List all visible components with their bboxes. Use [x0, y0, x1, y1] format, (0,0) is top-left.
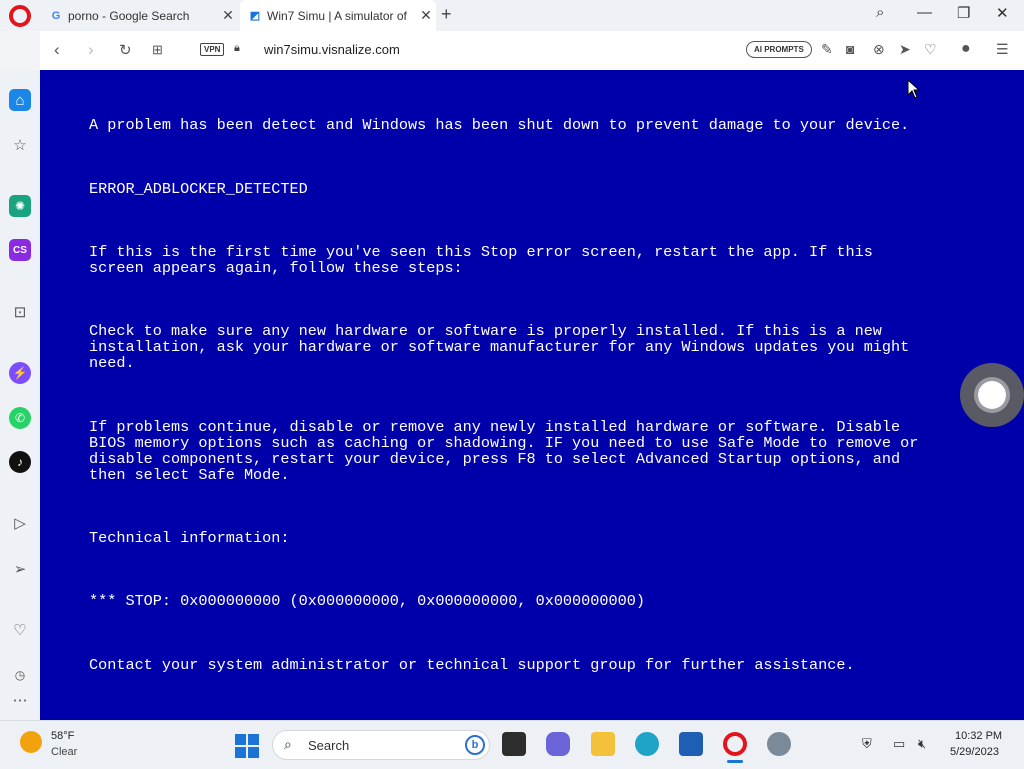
player-icon[interactable]: ▷ [9, 512, 31, 534]
win7simu-favicon-icon: ◩ [249, 10, 261, 22]
mouse-cursor-icon [907, 79, 921, 99]
tiktok-icon[interactable]: ♪ [9, 451, 31, 473]
opera-taskbar-icon[interactable] [723, 732, 747, 756]
active-app-indicator [727, 760, 743, 763]
browser-titlebar: G porno - Google Search ✕ ◩ Win7 Simu | … [0, 0, 1024, 31]
weather-condition[interactable]: Clear [51, 746, 77, 758]
microsoft-store-icon[interactable] [679, 732, 703, 756]
lock-icon[interactable]: 🔒︎ [234, 42, 240, 55]
reload-icon[interactable]: ↻ [119, 41, 132, 59]
bsod-check-hardware-paragraph: Check to make sure any new hardware or s… [89, 322, 910, 372]
display-icon[interactable]: ▭ [893, 736, 905, 752]
volume-muted-icon[interactable]: 🔇︎ [918, 736, 926, 752]
send-icon[interactable]: ➤ [899, 41, 911, 58]
bsod-technical-header: Technical information: [89, 529, 290, 547]
history-icon[interactable]: ◷ [9, 664, 31, 686]
search-label: Search [308, 738, 350, 753]
new-tab-icon[interactable]: + [441, 4, 452, 25]
security-shield-icon[interactable]: ⛨ [862, 736, 872, 752]
bsod-first-time-paragraph: If this is the first time you've seen th… [89, 243, 873, 277]
heart-icon[interactable]: ♡ [924, 41, 937, 58]
search-tabs-icon[interactable]: ⌕ [876, 4, 884, 21]
chatgpt-icon[interactable]: ✺ [9, 195, 31, 217]
bsod-stop-code: *** STOP: 0x000000000 (0x000000000, 0x00… [89, 592, 645, 610]
address-bar: ‹ › ↻ ⊞ VPN 🔒︎ win7simu.visnalize.com AI… [40, 31, 1024, 71]
url-field[interactable]: win7simu.visnalize.com [264, 42, 400, 57]
ai-prompts-button[interactable]: AI PROMPTS [746, 41, 812, 58]
clock-date[interactable]: 5/29/2023 [950, 746, 999, 758]
edge-icon[interactable] [635, 732, 659, 756]
more-icon[interactable]: ⋯ [9, 689, 31, 711]
close-window-icon[interactable]: ✕ [996, 4, 1009, 22]
minimize-icon[interactable]: — [917, 4, 932, 21]
floating-assist-button[interactable] [960, 363, 1024, 427]
bsod-error-code: ERROR_ADBLOCKER_DETECTED [89, 180, 308, 198]
bsod-contact-line: Contact your system administrator or tec… [89, 656, 855, 674]
opera-menu-icon[interactable] [9, 5, 31, 27]
forward-icon[interactable]: › [88, 40, 94, 60]
profile-icon[interactable]: ● [961, 40, 971, 58]
tab-win7simu[interactable]: ◩ Win7 Simu | A simulator of ✕ [240, 0, 436, 31]
messenger-icon[interactable]: ⚡ [9, 362, 31, 384]
tab-grid-icon[interactable]: ⊞ [152, 42, 163, 58]
google-favicon-icon: G [51, 9, 61, 22]
weather-temperature[interactable]: 58°F [51, 730, 74, 742]
adblock-icon[interactable]: ⊗ [873, 41, 885, 58]
chatsonic-icon[interactable]: CS [9, 239, 31, 261]
teams-chat-icon[interactable] [546, 732, 570, 756]
taskbar-search-box[interactable]: ⌕ Search b [272, 730, 490, 760]
home-icon[interactable]: ⌂ [9, 89, 31, 111]
weather-moon-icon[interactable] [20, 731, 42, 753]
settings-gear-icon[interactable] [767, 732, 791, 756]
whatsapp-icon[interactable]: ✆ [9, 407, 31, 429]
tab-title: Win7 Simu | A simulator of [267, 8, 407, 23]
flow-send-icon[interactable]: ➢ [9, 558, 31, 580]
sidebar: ⌂ ☆ ✺ CS ⊡ ⚡ ✆ ♪ ▷ ➢ ♡ ◷ ⋯ [0, 70, 40, 720]
task-view-icon[interactable] [502, 732, 526, 756]
pinboard-heart-icon[interactable]: ♡ [9, 619, 31, 641]
tab-google-search[interactable]: G porno - Google Search ✕ [41, 0, 238, 31]
bookmarks-icon[interactable]: ☆ [9, 134, 31, 156]
file-explorer-icon[interactable] [591, 732, 615, 756]
restore-icon[interactable]: ❐ [957, 4, 970, 22]
edit-icon[interactable]: ✎ [821, 41, 833, 58]
start-button-icon[interactable] [235, 734, 259, 758]
bsod-problem-line: A problem has been detect and Windows ha… [89, 116, 910, 134]
clock-time[interactable]: 10:32 PM [955, 730, 1002, 742]
bsod-problems-continue-paragraph: If problems continue, disable or remove … [89, 418, 919, 484]
vpn-badge[interactable]: VPN [200, 43, 225, 56]
easy-setup-icon[interactable]: ☰ [996, 41, 1009, 58]
close-tab-icon[interactable]: ✕ [218, 7, 238, 24]
camera-icon[interactable]: ◙ [846, 41, 854, 57]
search-icon: ⌕ [284, 736, 292, 752]
shopping-bag-icon[interactable]: ⊡ [9, 301, 31, 323]
bing-icon[interactable]: b [465, 735, 485, 755]
back-icon[interactable]: ‹ [54, 40, 60, 60]
tab-title: porno - Google Search [68, 8, 190, 23]
bsod-screen: A problem has been detect and Windows ha… [40, 70, 1024, 720]
windows-taskbar: 58°F Clear ⌕ Search b ⛨ ▭ 🔇︎ 10:32 PM 5/… [0, 720, 1024, 769]
close-tab-icon[interactable]: ✕ [416, 7, 436, 24]
